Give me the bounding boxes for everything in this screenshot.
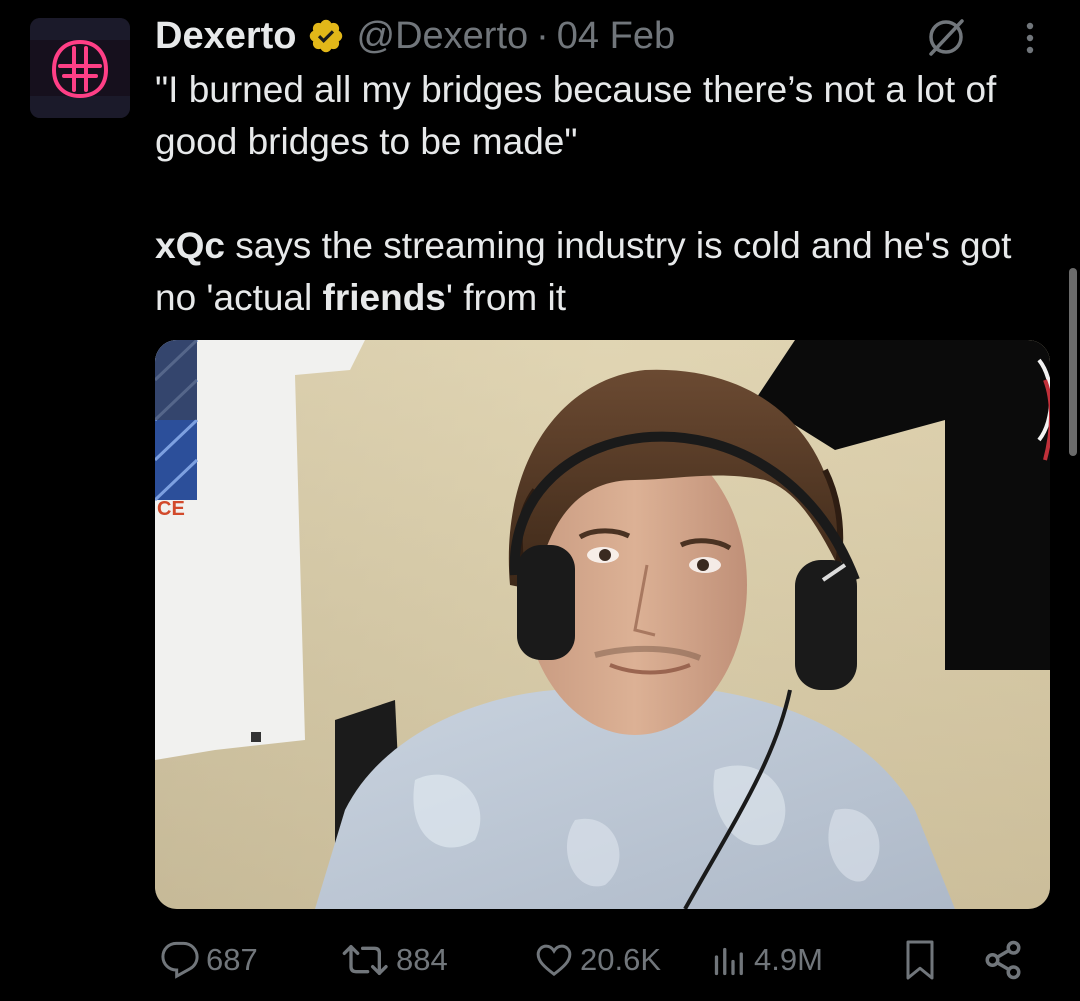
repost-button[interactable]: 884 [342, 930, 448, 990]
bookmark-button[interactable] [902, 930, 938, 990]
tweet-body-text: says the streaming industry is cold and … [155, 225, 1012, 318]
like-button[interactable]: 20.6K [534, 930, 661, 990]
dexerto-logo [30, 18, 130, 118]
tweet-body-friends: friends [322, 277, 446, 318]
avatar[interactable] [30, 18, 130, 118]
photo-streamer: CE [155, 340, 1050, 909]
views-button[interactable]: 4.9M [712, 930, 823, 990]
views-count: 4.9M [754, 942, 823, 977]
tweet-date[interactable]: 04 Feb [557, 15, 675, 58]
share-button[interactable] [982, 930, 1024, 990]
verified-badge-icon [309, 19, 342, 53]
tweet-body-xqc: xQc [155, 225, 225, 266]
repost-count: 884 [396, 942, 448, 977]
tweet-actions: 687 884 20.6K 4.9M [160, 930, 1040, 990]
reply-count: 687 [206, 942, 258, 977]
like-icon [536, 944, 572, 977]
tweet-body-end: ' from it [445, 277, 566, 318]
share-icon [985, 940, 1021, 980]
author-name[interactable]: Dexerto [155, 15, 297, 58]
scrollbar[interactable] [1069, 268, 1077, 456]
tweet-text: "I burned all my bridges because there’s… [155, 64, 1055, 324]
like-count: 20.6K [580, 942, 662, 977]
svg-text:CE: CE [157, 498, 185, 520]
author-handle[interactable]: @Dexerto [357, 15, 529, 58]
repost-icon [342, 945, 388, 975]
separator-dot: · [536, 14, 549, 57]
reply-button[interactable]: 687 [160, 930, 258, 990]
tweet-media-image[interactable]: CE [155, 340, 1050, 909]
tweet-quote: "I burned all my bridges because there’s… [155, 69, 997, 162]
reply-icon [161, 941, 199, 979]
tweet-body: xQc says the streaming industry is cold … [155, 220, 1055, 324]
views-icon [714, 947, 743, 976]
bookmark-icon [906, 940, 934, 980]
more-icon[interactable] [1018, 20, 1042, 56]
grok-icon[interactable] [925, 16, 967, 58]
